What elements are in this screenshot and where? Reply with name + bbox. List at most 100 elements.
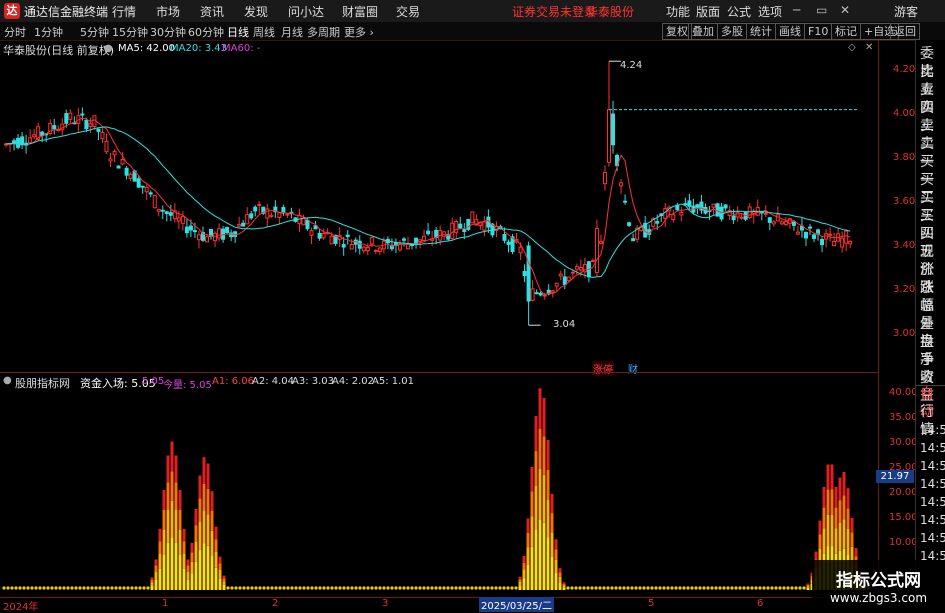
- candle-body: [84, 119, 89, 130]
- draw-line-button[interactable]: 画线: [775, 23, 805, 40]
- indicator-bar: [530, 546, 534, 590]
- menu-formula[interactable]: 公式: [727, 3, 751, 20]
- candle-body: [791, 221, 796, 226]
- indicator-bar: [806, 583, 810, 585]
- period-5min[interactable]: 5分钟: [80, 24, 109, 40]
- indicator-bar: [222, 584, 226, 590]
- menu-wealth-circle[interactable]: 财富圈: [342, 3, 378, 20]
- indicator-baseline-dot: [70, 586, 74, 590]
- period-multi[interactable]: 多周期: [307, 24, 340, 40]
- price-axis-separator: [878, 40, 879, 600]
- indicator-bar: [190, 573, 194, 590]
- indicator-bar: [214, 552, 218, 568]
- back-button[interactable]: 返回: [890, 23, 920, 40]
- indicator-bar: [162, 509, 166, 530]
- period-more[interactable]: 更多 ›: [344, 24, 374, 40]
- period-monthly[interactable]: 月线: [281, 24, 303, 40]
- indicator-tick: 15.00: [889, 512, 918, 523]
- indicator-tick: 10.00: [889, 537, 918, 548]
- menu-ask-xiaoda[interactable]: 问小达: [288, 3, 324, 20]
- indicator-bar: [182, 568, 186, 590]
- candle-body: [828, 233, 833, 236]
- f10-button[interactable]: F10: [804, 23, 833, 40]
- candle-body: [711, 203, 716, 208]
- menu-options[interactable]: 选项: [758, 3, 782, 20]
- candlestick-chart[interactable]: [0, 40, 880, 370]
- multi-stock-button[interactable]: 多股: [717, 23, 747, 40]
- candle-body: [602, 171, 607, 185]
- indicator-bar: [178, 489, 182, 510]
- indicator-baseline-dot: [762, 586, 766, 590]
- user-guest[interactable]: 游客: [894, 3, 918, 20]
- indicator-bar: [154, 571, 158, 580]
- overlay-button[interactable]: 叠加: [688, 23, 718, 40]
- minimize-icon[interactable]: ─: [793, 3, 800, 17]
- indicator-bar: [206, 514, 210, 546]
- indicator-bar: [834, 528, 838, 554]
- indicator-bar: [178, 529, 182, 555]
- indicator-baseline-dot: [334, 586, 338, 590]
- menu-functions[interactable]: 功能: [666, 3, 690, 20]
- period-1min[interactable]: 1分钟: [34, 24, 63, 40]
- indicator-baseline-dot: [54, 586, 58, 590]
- menu-quotes[interactable]: 行情: [112, 3, 136, 20]
- indicator-bar: [174, 455, 178, 483]
- candle-body: [739, 216, 744, 219]
- candle-body: [502, 234, 507, 241]
- candle-body: [120, 159, 125, 165]
- indicator-baseline-dot: [78, 586, 82, 590]
- indicator-bar: [522, 555, 526, 563]
- indicator-bar: [838, 477, 842, 501]
- mark-button[interactable]: 标记: [831, 23, 861, 40]
- indicator-bar: [838, 500, 842, 523]
- candle-body: [562, 276, 567, 285]
- indicator-bar: [842, 471, 846, 496]
- login-warning[interactable]: 证券交易未登录: [512, 3, 596, 20]
- indicator-baseline-dot: [314, 586, 318, 590]
- candle-body: [241, 222, 246, 227]
- indicator-baseline-dot: [110, 586, 114, 590]
- menu-layout[interactable]: 版面: [696, 3, 720, 20]
- period-60min[interactable]: 60分钟: [188, 24, 224, 40]
- menu-discover[interactable]: 发现: [244, 3, 268, 20]
- restore-icon[interactable]: ▭: [816, 3, 827, 17]
- period-weekly[interactable]: 周线: [253, 24, 275, 40]
- period-intraday[interactable]: 分时: [4, 24, 26, 40]
- indicator-baseline-dot: [754, 586, 758, 590]
- close-icon[interactable]: ✕: [840, 3, 850, 17]
- trade-time: 14:56: [920, 441, 945, 455]
- period-30min[interactable]: 30分钟: [150, 24, 186, 40]
- indicator-baseline-dot: [702, 586, 706, 590]
- indicator-bar: [530, 466, 534, 492]
- indicator-bar: [150, 579, 154, 583]
- indicator-bar: [550, 556, 554, 590]
- period-15min[interactable]: 15分钟: [112, 24, 148, 40]
- candle-body: [663, 208, 668, 220]
- indicator-baseline-dot: [98, 586, 102, 590]
- indicator-baseline-dot: [634, 586, 638, 590]
- indicator-baseline-dot: [58, 586, 62, 590]
- candle-body: [28, 137, 33, 144]
- indicator-bar: [806, 586, 810, 588]
- statistics-button[interactable]: 统计: [746, 23, 776, 40]
- indicator-chart[interactable]: [0, 373, 878, 598]
- indicator-baseline-dot: [722, 586, 726, 590]
- indicator-bar: [854, 548, 858, 557]
- candle-body: [687, 200, 692, 207]
- candle-body: [176, 217, 181, 222]
- candle-body: [249, 213, 254, 219]
- indicator-baseline-dot: [454, 586, 458, 590]
- indicator-bar: [214, 539, 218, 553]
- indicator-baseline-dot: [118, 586, 122, 590]
- menu-market[interactable]: 市场: [156, 3, 180, 20]
- indicator-baseline-dot: [266, 586, 270, 590]
- candle-body: [598, 241, 603, 244]
- indicator-bar: [542, 522, 546, 590]
- indicator-bar: [182, 541, 186, 554]
- indicator-baseline-dot: [794, 586, 798, 590]
- menu-trade[interactable]: 交易: [396, 3, 420, 20]
- indicator-baseline-dot: [262, 586, 266, 590]
- period-daily[interactable]: 日线: [227, 24, 249, 40]
- menu-news[interactable]: 资讯: [200, 3, 224, 20]
- indicator-bar: [826, 489, 830, 515]
